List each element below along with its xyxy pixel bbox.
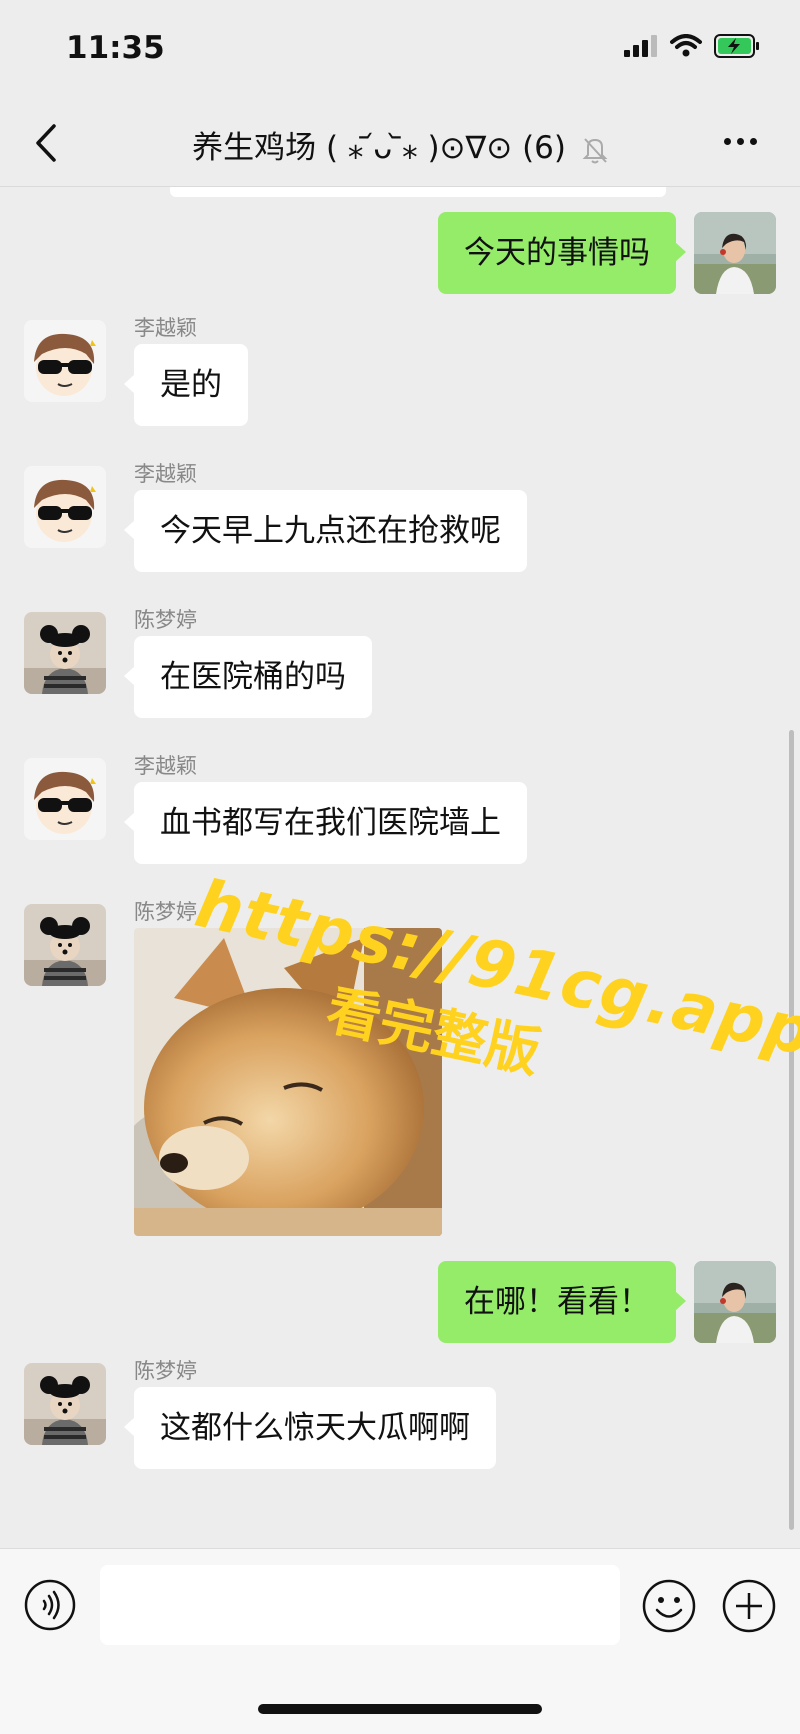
status-time: 11:35 <box>66 30 165 66</box>
chat-title: 养生鸡场 ( ⁎ ᷄ᴗ ᷅⁎ )⊙∇⊙ (6) <box>130 122 670 167</box>
battery-charging-icon <box>714 34 759 58</box>
sender-name: 李越颖 <box>134 316 197 340</box>
emoji-icon[interactable] <box>642 1579 696 1633</box>
back-chevron-icon[interactable] <box>28 120 68 166</box>
avatar-self[interactable] <box>694 212 776 294</box>
avatar-sunglasses-boy[interactable] <box>24 320 106 402</box>
scrollbar[interactable] <box>789 730 794 1530</box>
input-bar <box>0 1548 800 1734</box>
incoming-bubble[interactable]: 今天早上九点还在抢救呢 <box>124 490 527 572</box>
sender-name: 陈梦婷 <box>134 1359 197 1383</box>
message-list[interactable]: 今天的事情吗 李越颖 是的 李越颖 今天早上九点还在抢救呢 陈梦婷 在医院桶的吗… <box>0 187 800 1547</box>
avatar-self[interactable] <box>694 1261 776 1343</box>
pomeranian-dog-sticker[interactable] <box>134 928 442 1236</box>
incoming-bubble[interactable]: 在医院桶的吗 <box>124 636 372 718</box>
plus-icon[interactable] <box>722 1579 776 1633</box>
voice-icon[interactable] <box>24 1579 76 1631</box>
message-input[interactable] <box>100 1565 620 1645</box>
partial-message-bubble <box>170 187 666 197</box>
avatar-sunglasses-boy[interactable] <box>24 466 106 548</box>
sender-name: 李越颖 <box>134 462 197 486</box>
sender-name: 陈梦婷 <box>134 900 197 924</box>
home-indicator <box>258 1704 542 1714</box>
avatar-dog-mouse-ears[interactable] <box>24 1363 106 1445</box>
status-bar: 11:35 <box>0 0 800 100</box>
sender-name: 陈梦婷 <box>134 608 197 632</box>
outgoing-bubble[interactable]: 今天的事情吗 <box>438 212 686 294</box>
avatar-sunglasses-boy[interactable] <box>24 758 106 840</box>
signal-icon <box>624 35 657 57</box>
status-icons <box>624 34 760 58</box>
avatar-dog-mouse-ears[interactable] <box>24 904 106 986</box>
incoming-bubble[interactable]: 是的 <box>124 344 248 426</box>
incoming-bubble[interactable]: 这都什么惊天大瓜啊啊 <box>124 1387 496 1469</box>
bell-off-icon <box>582 137 608 163</box>
sender-name: 李越颖 <box>134 754 197 778</box>
more-dots-icon[interactable] <box>724 130 770 156</box>
chat-title-text: 养生鸡场 ( ⁎ ᷄ᴗ ᷅⁎ )⊙∇⊙ (6) <box>192 130 567 166</box>
incoming-bubble[interactable]: 血书都写在我们医院墙上 <box>124 782 527 864</box>
chat-header: 养生鸡场 ( ⁎ ᷄ᴗ ᷅⁎ )⊙∇⊙ (6) <box>0 100 800 187</box>
avatar-dog-mouse-ears[interactable] <box>24 612 106 694</box>
wifi-icon <box>670 34 702 57</box>
outgoing-bubble[interactable]: 在哪！看看！ <box>438 1261 686 1343</box>
